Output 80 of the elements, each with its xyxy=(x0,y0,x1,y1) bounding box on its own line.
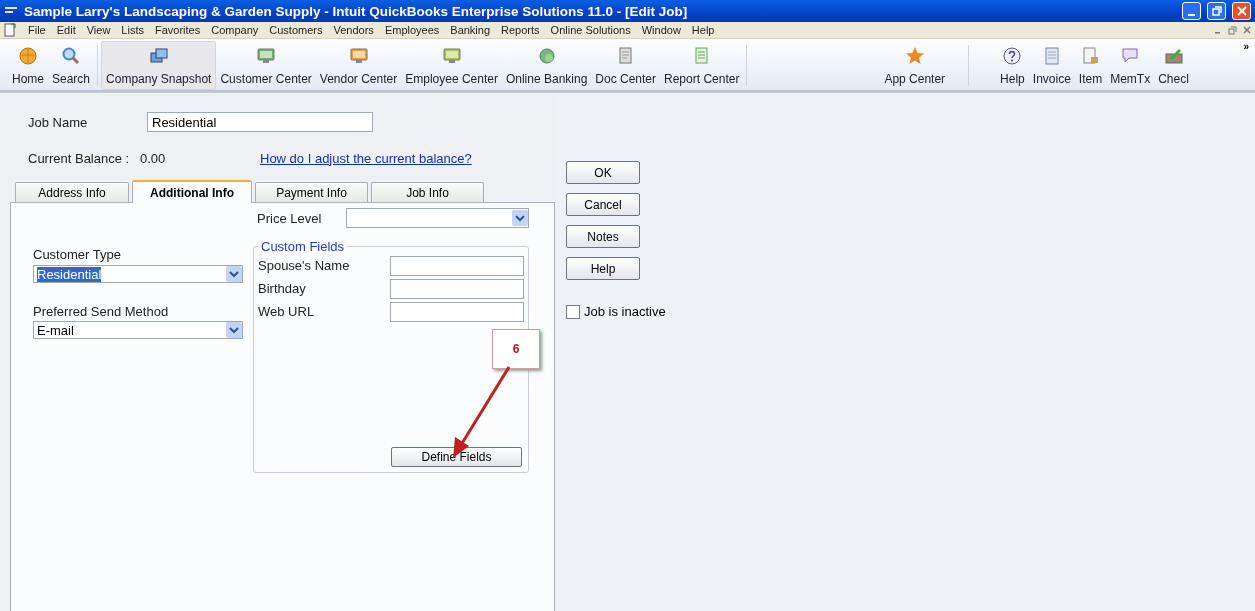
dialog-button[interactable]: Cancel xyxy=(566,193,640,216)
document-icon[interactable] xyxy=(4,23,17,37)
close-icon xyxy=(1235,5,1248,17)
help-icon xyxy=(1002,45,1023,66)
overflow-button[interactable]: » xyxy=(1243,41,1249,52)
checkbox[interactable] xyxy=(566,304,580,319)
close-button[interactable] xyxy=(1232,2,1251,20)
toolbar-button[interactable]: Checl xyxy=(1154,41,1193,90)
menu-item[interactable]: Company xyxy=(211,24,259,36)
restore-icon[interactable] xyxy=(1228,25,1237,35)
text-field[interactable] xyxy=(390,301,524,322)
toolbar-button[interactable]: Customer Center xyxy=(216,41,316,90)
field-label: Birthday xyxy=(258,281,306,296)
toolbar-button[interactable]: Employee Center xyxy=(401,41,502,90)
menu-item[interactable]: Vendors xyxy=(333,24,374,36)
menu-item[interactable]: Online Solutions xyxy=(550,24,631,36)
dialog-button[interactable]: Notes xyxy=(566,225,640,248)
menu-item[interactable]: Employees xyxy=(384,24,440,36)
field-label: Spouse's Name xyxy=(258,258,350,273)
toolbar-button[interactable]: Vendor Center xyxy=(315,41,402,90)
field-label: Job Name xyxy=(28,114,89,130)
define-fields-button[interactable]: Define Fields xyxy=(391,447,522,467)
globe-icon xyxy=(18,45,38,66)
menu-item[interactable]: Help xyxy=(691,24,715,36)
job-name-field[interactable]: Residential xyxy=(147,112,373,132)
dialog-button[interactable]: Help xyxy=(566,257,640,280)
toolbar-button[interactable]: Online Banking xyxy=(501,41,592,90)
tab[interactable]: Additional Info xyxy=(132,180,252,203)
restore-icon xyxy=(1210,5,1223,17)
menu-item[interactable]: Reports xyxy=(501,24,540,36)
minimize-button[interactable] xyxy=(1182,2,1201,20)
toolbar-button[interactable]: Search xyxy=(48,41,95,90)
search-icon xyxy=(61,45,82,66)
step-callout: 6 xyxy=(492,329,540,369)
toolbar-button[interactable]: Report Center xyxy=(660,41,744,90)
field-label: Current Balance : xyxy=(28,150,131,166)
menu-item[interactable]: File xyxy=(28,24,46,36)
field-label: Preferred Send Method xyxy=(33,304,170,319)
menu-item[interactable]: Lists xyxy=(121,24,144,36)
tab[interactable]: Job Info xyxy=(371,182,484,202)
monitor-icon xyxy=(256,45,277,66)
menu-item[interactable]: View xyxy=(86,24,111,36)
toolbar-button[interactable]: Help xyxy=(996,41,1029,90)
dialog-button[interactable]: OK xyxy=(566,161,640,184)
price-level-dropdown[interactable] xyxy=(346,208,529,228)
toolbar-button[interactable]: Doc Center xyxy=(591,41,661,90)
send-method-dropdown[interactable]: E-mail xyxy=(33,321,243,339)
globe-icon xyxy=(536,45,557,66)
tab[interactable]: Payment Info xyxy=(255,182,368,202)
menu-item[interactable]: Customers xyxy=(269,24,323,36)
minimize-icon xyxy=(1188,14,1195,16)
menu-item[interactable]: Window xyxy=(641,24,681,36)
monitor-icon xyxy=(348,45,369,66)
windows-icon xyxy=(148,45,169,66)
menu-item[interactable]: Banking xyxy=(450,24,491,36)
star-icon xyxy=(904,45,925,66)
document-icon xyxy=(1080,45,1101,66)
checkbox-label: Job is inactive xyxy=(584,304,666,319)
field-label: Web URL xyxy=(258,304,315,319)
monitor-icon xyxy=(441,45,462,66)
restore-button[interactable] xyxy=(1207,2,1226,20)
toolbar-button[interactable]: Invoice xyxy=(1028,41,1075,90)
menu-item[interactable]: Edit xyxy=(56,24,76,36)
toolbar-button[interactable]: App Center xyxy=(880,41,950,90)
field-label: Customer Type xyxy=(33,247,122,262)
tab[interactable]: Address Info xyxy=(15,182,129,202)
group-title: Custom Fields xyxy=(260,239,346,254)
menu-item[interactable]: Favorites xyxy=(155,24,201,36)
toolbar-button[interactable]: MemTx xyxy=(1106,41,1155,90)
text-field[interactable] xyxy=(390,255,524,276)
field-label: Price Level xyxy=(257,210,323,226)
window-title: Sample Larry's Landscaping & Garden Supply - Intuit QuickBooks Enterprise Solutions 11.0 - [Edit Job] xyxy=(24,3,689,19)
toolbar-button[interactable]: Home xyxy=(8,41,48,90)
text-field[interactable] xyxy=(390,278,524,299)
close-icon[interactable] xyxy=(1243,25,1251,34)
balance-value: 0.00 xyxy=(140,150,167,166)
toolbar-button[interactable]: Company Snapshot xyxy=(101,41,217,90)
customer-type-dropdown[interactable]: Residential xyxy=(33,265,243,283)
help-link[interactable]: How do I adjust the current balance? xyxy=(260,150,472,166)
toolbar-button[interactable]: Item xyxy=(1074,41,1107,90)
